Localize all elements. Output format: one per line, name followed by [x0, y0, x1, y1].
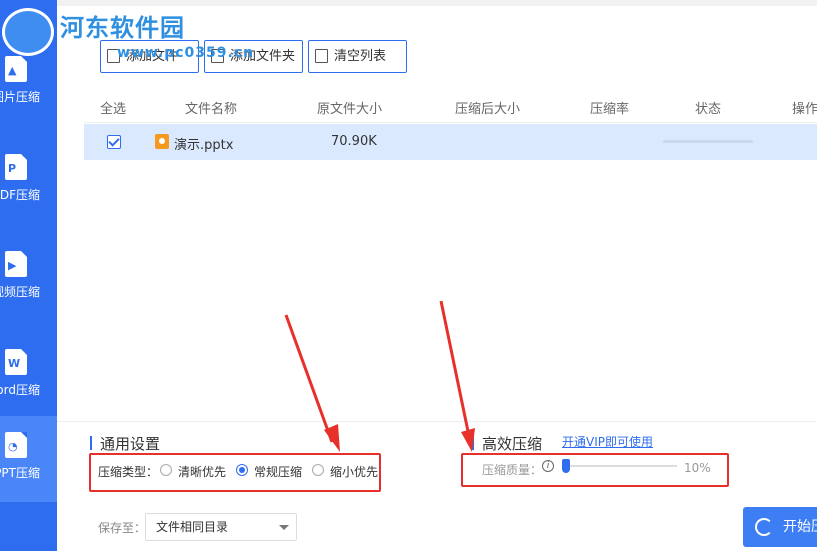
- open-vip-link[interactable]: 开通VIP即可使用: [562, 433, 653, 450]
- start-compress-button[interactable]: 开始压缩: [743, 507, 817, 547]
- clear-list-label: 清空列表: [334, 49, 387, 64]
- sidebar-item-label: PDF压缩: [0, 188, 40, 202]
- file-name: 演示.pptx: [174, 138, 234, 153]
- general-settings-title: 通用设置: [90, 433, 160, 454]
- settings-panel: 通用设置 高效压缩 开通VIP即可使用 压缩类型： 清晰优先 常规压缩 缩小优先…: [57, 421, 817, 551]
- compress-type-label: 压缩类型：: [98, 465, 159, 479]
- ppt-file-icon: ◔: [5, 432, 27, 458]
- save-location-value: 文件相同目录: [156, 520, 229, 534]
- original-size: 70.90K: [331, 134, 377, 149]
- pptx-file-icon: [155, 134, 169, 149]
- sidebar-item-label: Word压缩: [0, 383, 40, 397]
- logo-mark-icon: [2, 8, 54, 56]
- sidebar-item-label: 视频压缩: [0, 285, 40, 299]
- chevron-down-icon: [279, 525, 289, 530]
- status-progress-bar: [663, 140, 753, 143]
- efficient-compress-title: 高效压缩: [472, 433, 542, 454]
- quality-slider-track[interactable]: [562, 465, 677, 467]
- annotation-arrow-right: [439, 300, 472, 442]
- quality-value: 10%: [684, 461, 711, 475]
- video-file-icon: ▶: [5, 251, 27, 277]
- file-table-header: 全选 文件名称 原文件大小 压缩后大小 压缩率 状态 操作: [84, 89, 817, 123]
- word-file-icon: W: [5, 349, 27, 375]
- quality-label: 压缩质量：: [482, 463, 543, 477]
- sidebar-item-video-compress[interactable]: ▶ 视频压缩: [0, 235, 57, 321]
- radio-normal-compress[interactable]: [236, 464, 248, 476]
- logo: [0, 2, 56, 58]
- quality-slider-thumb[interactable]: [562, 459, 570, 473]
- clear-list-button[interactable]: 清空列表: [308, 40, 407, 73]
- sidebar-item-label: PPT压缩: [0, 466, 40, 480]
- option-smaller-first[interactable]: 缩小优先: [330, 463, 378, 480]
- start-compress-label: 开始压缩: [783, 519, 817, 535]
- radio-smaller-first[interactable]: [312, 464, 324, 476]
- option-clarity-first[interactable]: 清晰优先: [178, 463, 226, 480]
- save-location-select[interactable]: 文件相同目录: [145, 513, 297, 541]
- sidebar: ▲ 图片压缩 P PDF压缩 ▶ 视频压缩 W Word压缩 ◔ PPT压缩: [0, 0, 57, 551]
- column-header-ratio: 压缩率: [590, 102, 630, 117]
- image-file-icon: ▲: [5, 56, 27, 82]
- logo-text: 河东软件园: [60, 13, 185, 42]
- select-all-header[interactable]: 全选: [100, 98, 126, 117]
- trash-icon: [315, 49, 328, 63]
- row-checkbox[interactable]: [107, 135, 121, 149]
- option-normal-compress[interactable]: 常规压缩: [254, 463, 302, 480]
- column-header-filename: 文件名称: [185, 102, 238, 117]
- column-header-compressed-size: 压缩后大小: [455, 102, 521, 117]
- table-row[interactable]: 演示.pptx 70.90K: [84, 124, 817, 160]
- column-header-status: 状态: [695, 102, 722, 117]
- column-header-actions: 操作: [792, 102, 817, 117]
- radio-clarity-first[interactable]: [160, 464, 172, 476]
- sidebar-item-label: 图片压缩: [0, 90, 40, 104]
- pdf-file-icon: P: [5, 154, 27, 180]
- info-icon[interactable]: i: [542, 460, 554, 472]
- save-to-label: 保存至：: [98, 521, 147, 535]
- watermark: www.pc0359.cn: [117, 45, 255, 61]
- sidebar-item-ppt-compress[interactable]: ◔ PPT压缩: [0, 416, 57, 502]
- refresh-icon: [755, 518, 773, 536]
- sidebar-item-pdf-compress[interactable]: P PDF压缩: [0, 138, 57, 224]
- sidebar-item-word-compress[interactable]: W Word压缩: [0, 333, 57, 419]
- column-header-original-size: 原文件大小: [317, 102, 383, 117]
